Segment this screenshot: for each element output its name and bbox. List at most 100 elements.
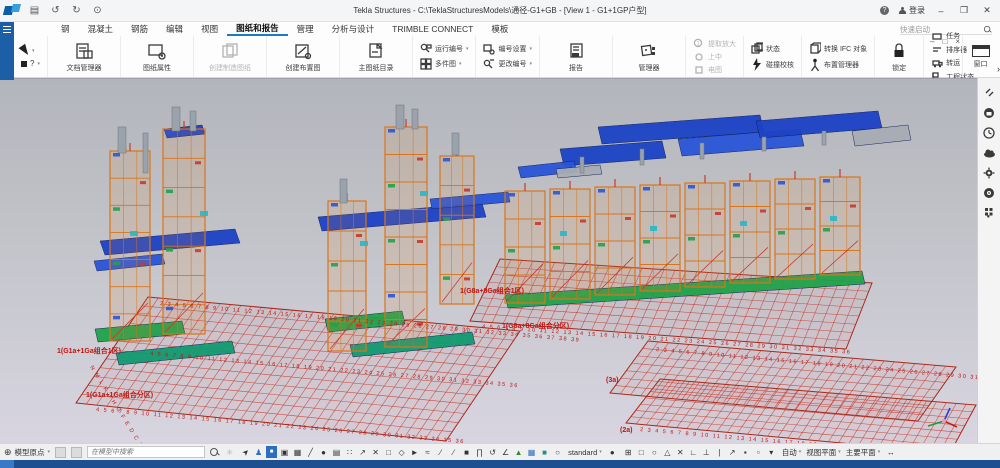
snap-triangle-icon[interactable]: △ [662,446,673,458]
minimize-button[interactable]: – [934,6,948,16]
clash-check-button[interactable]: 碰撞校核 [751,59,794,71]
help-globe-icon[interactable]: ? [880,6,889,15]
gray-item2-button[interactable]: 电图 [693,64,736,76]
select-all-icon[interactable]: ■ [266,446,277,458]
tree-green-icon[interactable]: ▲ [513,446,524,458]
work-plane-dropdown[interactable]: 主要平面▾ [846,447,881,458]
direct-modification-icon[interactable]: ♟ [253,446,264,458]
gear-icon[interactable] [983,166,996,179]
tab-rebar[interactable]: 钢筋 [122,22,157,36]
view-minimize-icon[interactable]: – [930,37,934,46]
resize-arrows-icon[interactable]: ↔ [885,446,896,458]
snap-line-icon[interactable]: | [714,446,725,458]
eye-icon[interactable] [983,186,996,199]
document-manager-button[interactable]: 文档管理器 [55,41,113,73]
snap-corner-icon[interactable]: ∟ [688,446,699,458]
login-button[interactable]: 登录 [898,5,925,16]
model-search-input[interactable] [87,446,205,458]
model-viewport[interactable]: 1(G1a+1Ga组合1区) 1(G1a+1Ga组合分区) 1(G8a+8Ga组… [0,78,977,443]
warehouse-icon[interactable] [983,106,996,119]
wave-icon[interactable]: ≈ [422,446,433,458]
create-ga-drawing-button[interactable]: 创建布置图 [274,41,332,73]
select-components-icon[interactable]: ▣ [279,446,290,458]
organizer-button[interactable]: 管理器 [620,41,678,73]
tab-drawings-reports[interactable]: 图纸和报告 [227,22,288,36]
save-icon[interactable]: ▤ [28,5,41,16]
view-restore-icon[interactable]: □ [942,37,947,46]
master-drawing-catalog-button[interactable]: 主图纸目录 [347,41,405,73]
snap-more-icon[interactable]: ▾ [766,446,777,458]
dot-icon[interactable]: ● [607,446,618,458]
status-button[interactable]: 状态 [751,43,794,55]
pen2-icon[interactable]: ∕ [448,446,459,458]
undo-icon[interactable]: ↺ [49,5,62,16]
history-icon[interactable]: ⊙ [91,5,104,16]
tab-concrete[interactable]: 混凝土 [79,22,123,36]
flag-icon[interactable]: ► [409,446,420,458]
tab-trimble-connect[interactable]: TRIMBLE CONNECT [383,22,482,36]
tab-template[interactable]: 模板 [482,22,517,36]
tab-steel[interactable]: 钢 [52,22,79,36]
restore-button[interactable]: ❐ [957,5,971,16]
select-cursor-button[interactable]: ▾ [21,45,40,56]
snap-dark-icon[interactable]: ▪ [740,446,751,458]
rect-select-icon[interactable]: □ [383,446,394,458]
gray-item1-button[interactable]: 上中 [693,51,736,63]
search-icon[interactable] [210,448,219,457]
select-mode-button[interactable]: ?▾ [21,59,40,68]
cut-icon[interactable]: ✕ [370,446,381,458]
statusbar-toggle-1[interactable] [55,447,66,458]
pencil-icon[interactable]: ╱ [305,446,316,458]
profile-dropdown[interactable]: standard▾ [568,448,602,457]
dark-box-icon[interactable]: ■ [461,446,472,458]
cloud-icon[interactable] [983,146,996,159]
snap-cross-icon[interactable]: ✕ [675,446,686,458]
extract-enlarge-button[interactable]: 1 提取放大 [693,38,736,50]
snap-arrow-icon[interactable]: ↗ [727,446,738,458]
undo-loop-icon[interactable]: ↺ [487,446,498,458]
multi-drawing-button[interactable]: 多件图▾ [420,58,469,70]
lock-button[interactable]: 锁定 [882,41,916,73]
run-numbering-button[interactable]: 运行编号▾ [420,43,469,55]
snap-grid-icon[interactable]: ⊞ [623,446,634,458]
convert-ifc-button[interactable]: 转换 IFC 对象 [809,43,867,55]
tab-edit[interactable]: 编辑 [157,22,192,36]
statusbar-toggle-2[interactable] [71,447,82,458]
frame-icon[interactable]: ∏ [474,446,485,458]
menu-icon[interactable] [3,26,11,33]
apps-grid-icon[interactable] [983,206,996,219]
window-button[interactable]: 窗口 [962,36,998,77]
drawing-properties-button[interactable]: 图纸属性 [128,41,186,73]
view-plane-dropdown[interactable]: 视图平面▾ [806,447,841,458]
polygon-select-icon[interactable]: ◇ [396,446,407,458]
blue-grid-icon[interactable]: ▦ [526,446,537,458]
snap-light-icon[interactable]: ▫ [753,446,764,458]
grid-select-icon[interactable]: ▤ [331,446,342,458]
view-close-icon[interactable]: × [955,37,960,46]
numbering-settings-button[interactable]: 编号设置▾ [483,43,532,55]
tab-view[interactable]: 视图 [192,22,227,36]
snap-box-icon[interactable]: □ [636,446,647,458]
reports-button[interactable]: 报告 [547,41,605,73]
pen1-icon[interactable]: ∕ [435,446,446,458]
select-parts-icon[interactable]: ▦ [292,446,303,458]
snap-circle-icon[interactable]: ○ [649,446,660,458]
model-origin-dropdown[interactable]: ⊕模型原点▾ [4,447,50,458]
points-icon[interactable]: ∷ [344,446,355,458]
tab-analysis-design[interactable]: 分析与设计 [323,22,384,36]
auto-dropdown[interactable]: 自动▾ [782,447,802,458]
search-options-icon[interactable]: ✳ [224,446,235,458]
snap-perp-icon[interactable]: ⊥ [701,446,712,458]
redo-icon[interactable]: ↻ [70,5,83,16]
layout-manager-button[interactable]: 布置管理器 [809,59,867,71]
teal-box-icon[interactable]: ■ [539,446,550,458]
create-fabrication-drawings-button[interactable]: 创建制造图纸 [201,41,259,73]
properties-arrow-icon[interactable] [983,86,996,99]
select-arrow-icon[interactable]: ➤ [237,444,253,460]
online-icon[interactable] [983,126,996,139]
angle-icon[interactable]: ∠ [500,446,511,458]
zoom-tool-icon[interactable]: ○ [552,446,563,458]
close-button[interactable]: ✕ [980,5,994,16]
tab-manage[interactable]: 管理 [288,22,323,36]
render-sphere-icon[interactable]: ● [318,446,329,458]
